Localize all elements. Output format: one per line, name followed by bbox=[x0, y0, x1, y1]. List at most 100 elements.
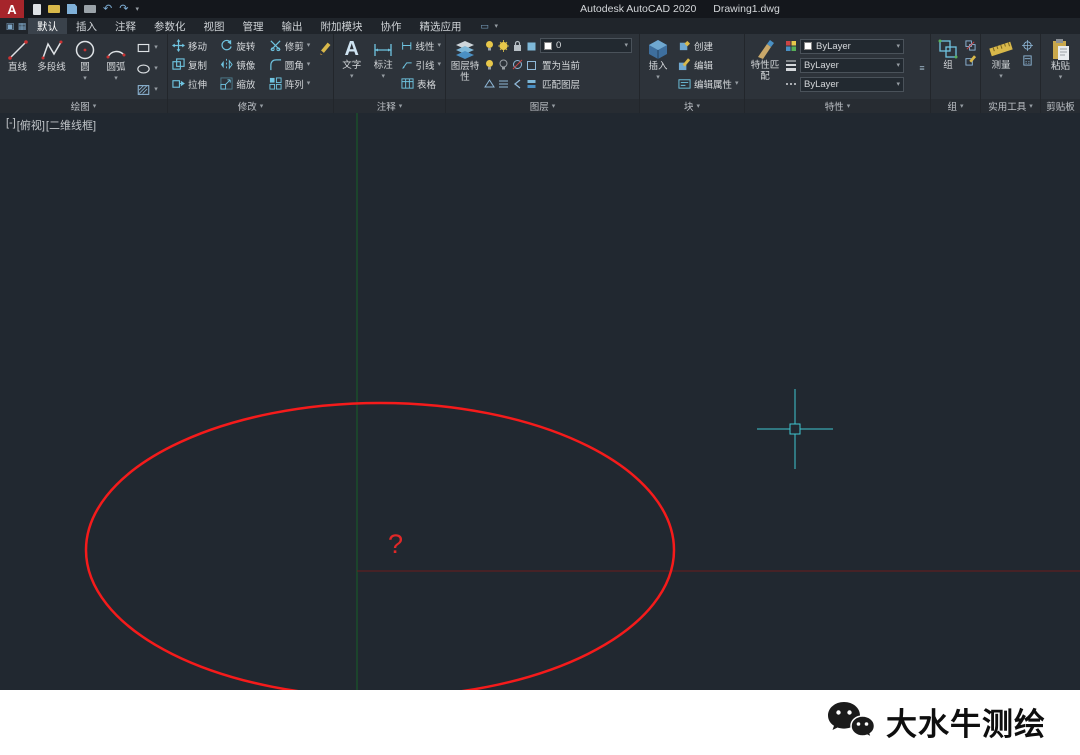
group-edit-icon[interactable] bbox=[965, 55, 976, 66]
panel-block-footer[interactable]: 块▾ bbox=[640, 99, 744, 113]
new-file-icon[interactable] bbox=[33, 3, 41, 15]
panel-utilities-footer[interactable]: 实用工具▾ bbox=[981, 99, 1040, 113]
panel-groups-footer[interactable]: 组▾ bbox=[931, 99, 980, 113]
layer-prev-icon[interactable] bbox=[512, 78, 523, 90]
layer-properties-button[interactable]: 图层特性 bbox=[448, 36, 482, 99]
id-point-icon[interactable] bbox=[1022, 40, 1033, 51]
array-chevron-icon[interactable]: ▾ bbox=[307, 80, 311, 87]
layer-color-icon[interactable] bbox=[526, 40, 537, 52]
layer-state-icon[interactable] bbox=[526, 78, 537, 90]
text-button[interactable]: A 文字 ▾ bbox=[336, 36, 368, 99]
hatch-button[interactable]: ▾ bbox=[134, 80, 160, 99]
layer-on-icon[interactable] bbox=[484, 40, 495, 52]
ellipse-tool-button[interactable]: ▾ bbox=[134, 59, 160, 78]
stretch-button[interactable]: 拉伸 bbox=[170, 74, 218, 93]
text-chevron-icon[interactable]: ▾ bbox=[350, 73, 354, 80]
tab-featured-apps[interactable]: 精选应用 bbox=[411, 18, 471, 34]
array-button[interactable]: 阵列▾ bbox=[267, 74, 317, 93]
measure-chevron-icon[interactable]: ▾ bbox=[999, 73, 1003, 80]
object-color-dropdown[interactable]: ByLayer ▾ bbox=[800, 39, 904, 54]
question-mark-text[interactable]: ? bbox=[388, 529, 403, 559]
fillet-button[interactable]: 圆角▾ bbox=[267, 55, 317, 74]
linear-button[interactable]: 线性▾ bbox=[399, 36, 443, 55]
panel-clipboard-footer[interactable]: 剪贴板 bbox=[1041, 99, 1080, 113]
circle-chevron-icon[interactable]: ▾ bbox=[83, 75, 87, 82]
tab-collaborate[interactable]: 协作 bbox=[372, 18, 411, 34]
insert-chevron-icon[interactable]: ▾ bbox=[656, 74, 660, 81]
lineweight-dropdown[interactable]: ByLayer ▾ bbox=[800, 58, 904, 73]
edit-block-button[interactable]: 编辑 bbox=[676, 55, 742, 74]
edit-attributes-chevron-icon[interactable]: ▾ bbox=[735, 80, 739, 87]
tab-parametric[interactable]: 参数化 bbox=[145, 18, 195, 34]
dimension-button[interactable]: 标注 ▾ bbox=[368, 36, 400, 99]
panel-modify-footer[interactable]: 修改▾ bbox=[168, 99, 333, 113]
viewport-visual-style-control[interactable]: [二维线框] bbox=[46, 117, 96, 133]
panel-layers-footer[interactable]: 图层▾ bbox=[446, 99, 639, 113]
leader-chevron-icon[interactable]: ▾ bbox=[437, 61, 441, 68]
linear-chevron-icon[interactable]: ▾ bbox=[437, 42, 441, 49]
tab-annotate[interactable]: 注释 bbox=[106, 18, 145, 34]
menu-grid-icon[interactable]: ▦ bbox=[16, 18, 28, 34]
copy-button[interactable]: 复制 bbox=[170, 55, 218, 74]
open-file-icon[interactable] bbox=[48, 3, 60, 15]
viewport-view-control[interactable]: [俯视] bbox=[17, 117, 45, 133]
line-button[interactable]: 直线 bbox=[2, 36, 33, 99]
trim-chevron-icon[interactable]: ▾ bbox=[307, 42, 311, 49]
measure-button[interactable]: 测量 ▾ bbox=[983, 36, 1019, 99]
panel-annotate-footer[interactable]: 注释▾ bbox=[334, 99, 445, 113]
red-ellipse[interactable] bbox=[86, 403, 674, 690]
layer-lock-icon[interactable] bbox=[512, 40, 523, 52]
layer-walk-icon[interactable] bbox=[484, 78, 495, 90]
properties-palette-icon[interactable]: ≡ bbox=[916, 36, 928, 99]
layer-isolate-icon[interactable] bbox=[484, 59, 495, 71]
scale-button[interactable]: 缩放 bbox=[218, 74, 266, 93]
tab-addins[interactable]: 附加模块 bbox=[312, 18, 372, 34]
save-icon[interactable] bbox=[67, 3, 77, 15]
fillet-chevron-icon[interactable]: ▾ bbox=[307, 61, 311, 68]
undo-icon[interactable]: ↶ bbox=[103, 3, 112, 15]
tab-output[interactable]: 输出 bbox=[273, 18, 312, 34]
layer-thaw-icon[interactable] bbox=[526, 59, 537, 71]
layer-dropdown[interactable]: 0 ▾ bbox=[540, 38, 632, 53]
group-button[interactable]: 组 bbox=[933, 36, 963, 99]
move-button[interactable]: 移动 bbox=[170, 36, 218, 55]
plot-icon[interactable] bbox=[84, 3, 96, 15]
table-button[interactable]: 表格 bbox=[399, 74, 443, 93]
tab-insert[interactable]: 插入 bbox=[67, 18, 106, 34]
viewport-minimize-control[interactable]: [-] bbox=[6, 117, 16, 133]
rotate-button[interactable]: 旋转 bbox=[218, 36, 266, 55]
paste-chevron-icon[interactable]: ▾ bbox=[1059, 74, 1063, 81]
quick-calc-icon[interactable] bbox=[1022, 55, 1033, 66]
rectangle-button[interactable]: ▾ bbox=[134, 38, 160, 57]
polyline-button[interactable]: 多段线 bbox=[33, 36, 70, 99]
mirror-button[interactable]: 镜像 bbox=[218, 55, 266, 74]
tab-manage[interactable]: 管理 bbox=[234, 18, 273, 34]
panel-draw-footer[interactable]: 绘图▾ bbox=[0, 99, 167, 113]
redo-icon[interactable]: ↷ bbox=[119, 3, 128, 15]
edit-attributes-button[interactable]: 编辑属性▾ bbox=[676, 74, 742, 93]
layer-off-icon[interactable] bbox=[512, 59, 523, 71]
tab-home[interactable]: 默认 bbox=[28, 18, 67, 34]
arc-button[interactable]: 圆弧 ▾ bbox=[100, 36, 132, 99]
insert-block-button[interactable]: 插入 ▾ bbox=[642, 36, 674, 99]
erase-button[interactable] bbox=[316, 39, 333, 58]
tab-view[interactable]: 视图 bbox=[195, 18, 234, 34]
layer-unisolate-icon[interactable] bbox=[498, 59, 509, 71]
leader-button[interactable]: 引线▾ bbox=[399, 55, 443, 74]
trim-button[interactable]: 修剪▾ bbox=[267, 36, 317, 55]
dimension-chevron-icon[interactable]: ▾ bbox=[381, 73, 385, 80]
autocad-logo[interactable]: A bbox=[0, 0, 24, 18]
layer-merge-icon[interactable] bbox=[498, 78, 509, 90]
drawing-canvas[interactable]: [-] [俯视] [二维线框] ? bbox=[0, 113, 1080, 690]
linetype-dropdown[interactable]: ByLayer ▾ bbox=[800, 77, 904, 92]
workspace-icon[interactable]: ▣ bbox=[4, 18, 16, 34]
ribbon-display-icon[interactable]: ▭ bbox=[479, 21, 491, 32]
ribbon-display-chevron-icon[interactable]: ▾ bbox=[495, 23, 499, 30]
layer-freeze-icon[interactable] bbox=[498, 40, 509, 52]
qat-dropdown-icon[interactable]: ▾ bbox=[135, 3, 139, 15]
create-block-button[interactable]: 创建 bbox=[676, 36, 742, 55]
set-current-button[interactable]: 置为当前 bbox=[540, 57, 582, 73]
panel-properties-footer[interactable]: 特性▾ bbox=[745, 99, 930, 113]
ungroup-icon[interactable] bbox=[965, 40, 976, 51]
paste-button[interactable]: 粘贴 ▾ bbox=[1044, 36, 1078, 99]
